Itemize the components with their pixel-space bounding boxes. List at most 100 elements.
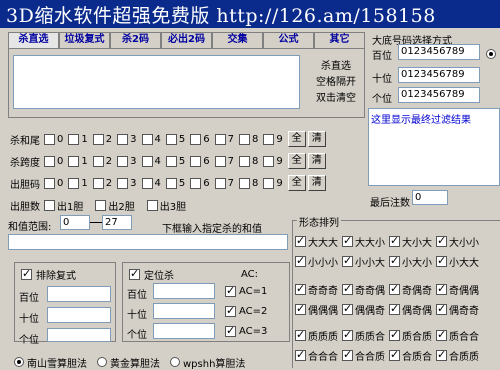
checkbox[interactable] <box>436 330 447 341</box>
shape-option[interactable]: 偶偶偶 <box>295 302 338 317</box>
digit-option[interactable]: 0 <box>44 178 63 189</box>
final-count-input[interactable]: 0 <box>412 190 448 205</box>
checkbox[interactable] <box>166 156 177 167</box>
checkbox[interactable] <box>117 178 128 189</box>
digit-option[interactable]: 4 <box>142 156 161 167</box>
checkbox[interactable] <box>342 236 353 247</box>
tab-other[interactable]: 其它 <box>314 32 365 48</box>
checkbox[interactable] <box>436 256 447 267</box>
tab-intersection[interactable]: 交集 <box>212 32 263 48</box>
checkbox[interactable] <box>68 134 79 145</box>
digit-option[interactable]: 4 <box>142 178 161 189</box>
digit-option[interactable]: 0 <box>44 156 63 167</box>
checkbox[interactable] <box>68 178 79 189</box>
radio-golden[interactable] <box>97 357 107 367</box>
dan-option[interactable]: 出1胆 <box>44 198 83 213</box>
checkbox[interactable] <box>389 304 400 315</box>
shape-option[interactable]: 质合质 <box>389 328 432 343</box>
checkbox[interactable] <box>190 134 201 145</box>
checkbox[interactable] <box>295 304 306 315</box>
shape-option[interactable]: 合合质 <box>342 348 385 363</box>
shape-option[interactable]: 质质合 <box>342 328 385 343</box>
checkbox[interactable] <box>225 286 236 297</box>
checkbox[interactable] <box>215 134 226 145</box>
digit-option[interactable]: 1 <box>68 156 87 167</box>
clear-button[interactable]: 清 <box>308 175 326 191</box>
checkbox[interactable] <box>342 330 353 341</box>
tens-base-input[interactable]: 0123456789 <box>398 67 480 83</box>
checkbox[interactable] <box>263 178 274 189</box>
select-all-button[interactable]: 全 <box>288 131 306 147</box>
tab-kill-2code[interactable]: 杀2码 <box>110 32 161 48</box>
digit-option[interactable]: 5 <box>166 134 185 145</box>
shape-option[interactable]: 质合合 <box>436 328 479 343</box>
shape-option[interactable]: 大大大 <box>295 234 338 249</box>
exclude-duplex-toggle[interactable]: 排除复式 <box>21 267 76 282</box>
checkbox[interactable] <box>225 306 236 317</box>
units-base-input[interactable]: 0123456789 <box>398 87 480 103</box>
shape-option[interactable]: 偶奇奇 <box>436 302 479 317</box>
checkbox[interactable] <box>436 350 447 361</box>
digit-option[interactable]: 8 <box>239 156 258 167</box>
checkbox[interactable] <box>389 330 400 341</box>
digit-option[interactable]: 2 <box>93 134 112 145</box>
checkbox[interactable] <box>44 134 55 145</box>
ac-option[interactable]: AC=3 <box>225 326 267 337</box>
tab-kill-direct[interactable]: 杀直选 <box>8 32 59 48</box>
checkbox[interactable] <box>93 134 104 145</box>
checkbox[interactable] <box>93 178 104 189</box>
digit-option[interactable]: 0 <box>44 134 63 145</box>
digit-option[interactable]: 9 <box>263 178 282 189</box>
digit-option[interactable]: 7 <box>215 178 234 189</box>
checkbox[interactable] <box>342 284 353 295</box>
shape-option[interactable]: 偶偶奇 <box>342 302 385 317</box>
checkbox[interactable] <box>389 284 400 295</box>
checkbox[interactable] <box>295 350 306 361</box>
checkbox[interactable] <box>295 284 306 295</box>
checkbox[interactable] <box>215 156 226 167</box>
digit-option[interactable]: 1 <box>68 134 87 145</box>
checkbox[interactable] <box>342 256 353 267</box>
digit-option[interactable]: 6 <box>190 178 209 189</box>
digit-option[interactable]: 7 <box>215 134 234 145</box>
kill-direct-textarea[interactable] <box>13 55 300 109</box>
locate-kill-toggle[interactable]: 定位杀 <box>129 267 174 282</box>
digit-option[interactable]: 1 <box>68 178 87 189</box>
shape-option[interactable]: 小大大 <box>436 254 479 269</box>
checkbox[interactable] <box>342 350 353 361</box>
shape-option[interactable]: 奇偶奇 <box>389 282 432 297</box>
digit-option[interactable]: 8 <box>239 178 258 189</box>
shape-option[interactable]: 小小小 <box>295 254 338 269</box>
shape-option[interactable]: 偶奇偶 <box>389 302 432 317</box>
select-all-button[interactable]: 全 <box>288 175 306 191</box>
clear-button[interactable]: 清 <box>308 153 326 169</box>
checkbox[interactable] <box>295 236 306 247</box>
checkbox[interactable] <box>263 134 274 145</box>
digit-option[interactable]: 2 <box>93 178 112 189</box>
checkbox[interactable] <box>142 178 153 189</box>
exclude-tens-input[interactable] <box>47 307 111 323</box>
digit-option[interactable]: 7 <box>215 156 234 167</box>
select-all-button[interactable]: 全 <box>288 153 306 169</box>
checkbox[interactable] <box>190 178 201 189</box>
digit-option[interactable]: 4 <box>142 134 161 145</box>
tab-formula[interactable]: 公式 <box>263 32 314 48</box>
tab-junk-duplex[interactable]: 垃圾复式 <box>59 32 110 48</box>
checkbox[interactable] <box>436 304 447 315</box>
checkbox[interactable] <box>342 304 353 315</box>
shape-option[interactable]: 质质质 <box>295 328 338 343</box>
checkbox[interactable] <box>95 200 106 211</box>
checkbox[interactable] <box>190 156 201 167</box>
shape-option[interactable]: 奇偶偶 <box>436 282 479 297</box>
checkbox[interactable] <box>389 350 400 361</box>
checkbox[interactable] <box>239 134 250 145</box>
shape-option[interactable]: 奇奇偶 <box>342 282 385 297</box>
locate-hundreds-input[interactable] <box>153 283 215 299</box>
digit-option[interactable]: 6 <box>190 156 209 167</box>
checkbox[interactable] <box>117 134 128 145</box>
digit-option[interactable]: 6 <box>190 134 209 145</box>
checkbox[interactable] <box>44 200 55 211</box>
tab-must-2code[interactable]: 必出2码 <box>161 32 212 48</box>
checkbox[interactable] <box>436 284 447 295</box>
exclude-units-input[interactable] <box>47 328 111 342</box>
